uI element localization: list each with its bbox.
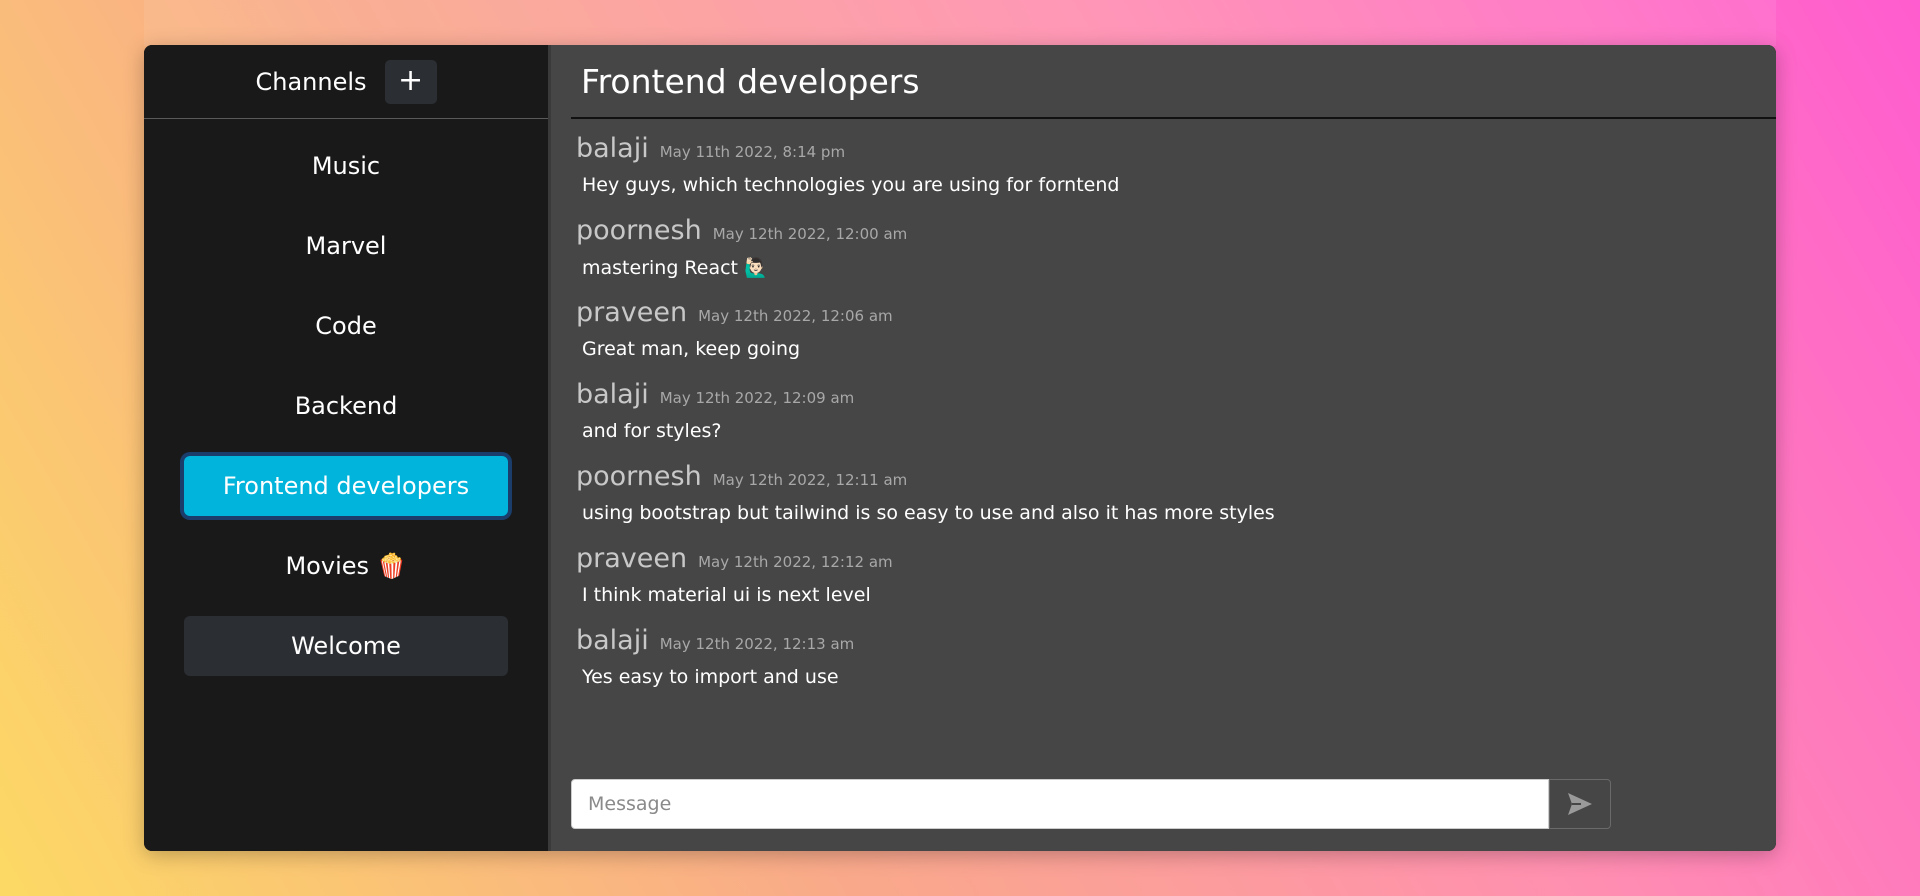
message-item: poornesh May 12th 2022, 12:11 am using b… — [576, 461, 1776, 543]
message-item: balaji May 12th 2022, 12:13 am Yes easy … — [576, 625, 1776, 707]
message-text: Great man, keep going — [582, 338, 801, 360]
message-item: balaji May 11th 2022, 8:14 pm Hey guys, … — [576, 133, 1776, 215]
send-button[interactable] — [1549, 779, 1611, 829]
message-author: balaji — [576, 625, 649, 656]
message-list: balaji May 11th 2022, 8:14 pm Hey guys, … — [551, 119, 1776, 707]
channel-title: Frontend developers — [581, 61, 920, 101]
message-author: poornesh — [576, 215, 702, 246]
message-text: Yes easy to import and use — [582, 666, 839, 688]
channel-item-frontend-developers[interactable]: Frontend developers — [184, 456, 508, 516]
message-author: praveen — [576, 543, 688, 574]
message-author: praveen — [576, 297, 688, 328]
channel-item-code[interactable]: Code — [184, 296, 508, 356]
message-timestamp: May 12th 2022, 12:12 am — [698, 553, 893, 571]
message-text: mastering React 🙋🏻‍♂️ — [582, 257, 768, 279]
message-timestamp: May 12th 2022, 12:13 am — [659, 635, 855, 653]
channel-sidebar: Channels + Music Marvel Code Backend Fro… — [144, 45, 551, 851]
message-text: and for styles? — [582, 420, 722, 442]
message-item: praveen May 12th 2022, 12:06 am Great ma… — [576, 297, 1776, 379]
message-timestamp: May 12th 2022, 12:11 am — [712, 471, 908, 489]
message-composer — [571, 779, 1611, 829]
message-author: balaji — [576, 133, 649, 164]
channel-item-welcome[interactable]: Welcome — [184, 616, 508, 676]
message-author: poornesh — [576, 461, 702, 492]
channel-item-music[interactable]: Music — [184, 136, 508, 196]
message-text: I think material ui is next level — [582, 584, 871, 606]
channel-item-backend[interactable]: Backend — [184, 376, 508, 436]
sidebar-title: Channels — [255, 67, 367, 96]
message-item: poornesh May 12th 2022, 12:00 am masteri… — [576, 215, 1776, 297]
channel-list: Music Marvel Code Backend Frontend devel… — [144, 119, 548, 676]
message-timestamp: May 11th 2022, 8:14 pm — [659, 143, 846, 161]
message-text: Hey guys, which technologies you are usi… — [582, 174, 1120, 196]
chat-header: Frontend developers — [571, 45, 1776, 119]
channel-item-marvel[interactable]: Marvel — [184, 216, 508, 276]
message-item: balaji May 12th 2022, 12:09 am and for s… — [576, 379, 1776, 461]
message-timestamp: May 12th 2022, 12:09 am — [659, 389, 855, 407]
send-icon — [1568, 793, 1592, 815]
sidebar-header: Channels + — [144, 45, 548, 119]
message-timestamp: May 12th 2022, 12:00 am — [712, 225, 908, 243]
message-item: praveen May 12th 2022, 12:12 am I think … — [576, 543, 1776, 625]
add-channel-button[interactable]: + — [384, 59, 437, 104]
message-timestamp: May 12th 2022, 12:06 am — [698, 307, 893, 325]
chat-panel: Frontend developers balaji May 11th 2022… — [551, 45, 1776, 851]
message-author: balaji — [576, 379, 649, 410]
message-text: using bootstrap but tailwind is so easy … — [582, 502, 1275, 524]
channel-item-movies[interactable]: Movies 🍿 — [184, 536, 508, 596]
chat-app-window: Channels + Music Marvel Code Backend Fro… — [144, 45, 1776, 851]
message-input[interactable] — [571, 779, 1549, 829]
background-band — [144, 0, 1776, 46]
